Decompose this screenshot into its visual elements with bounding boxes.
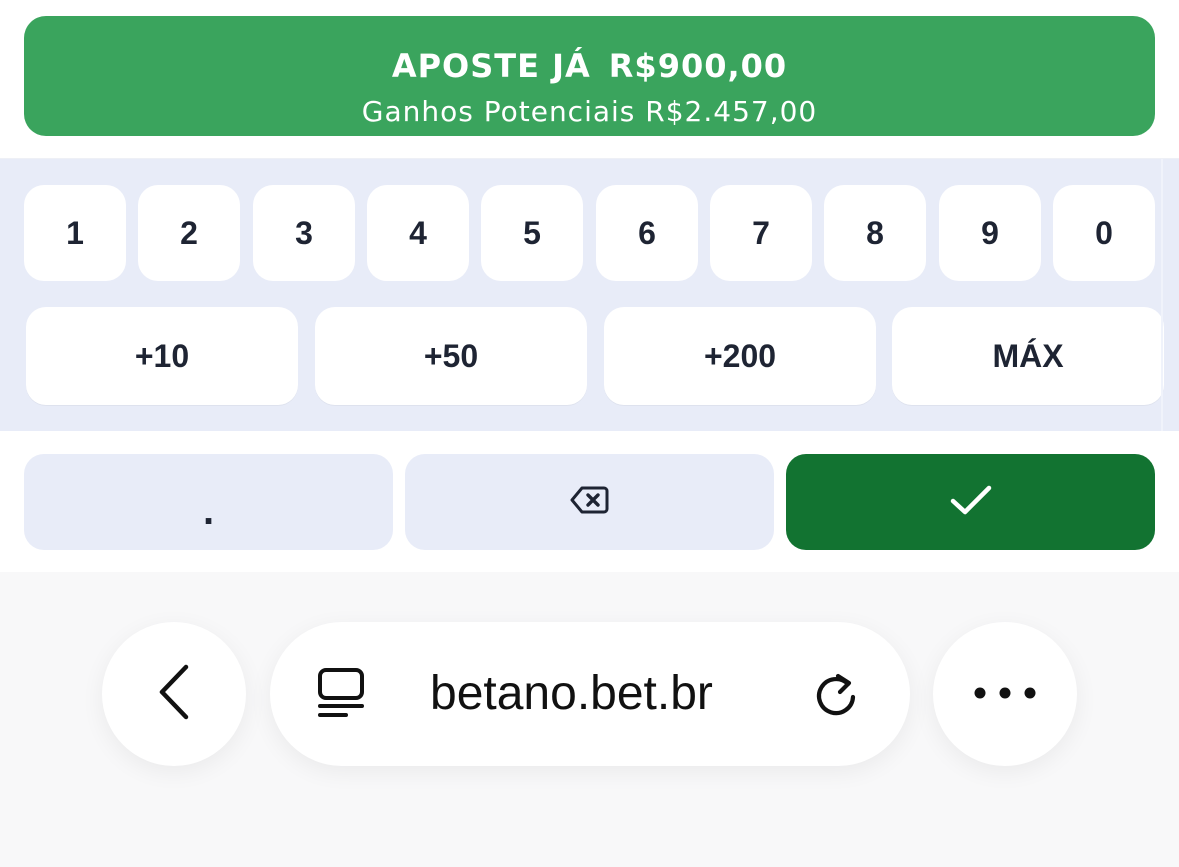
bet-title-prefix: APOSTE JÁ xyxy=(391,47,591,85)
bet-stake: R$900,00 xyxy=(608,47,788,85)
check-icon xyxy=(949,483,993,521)
digit-key-2[interactable]: 2 xyxy=(138,185,240,281)
reload-icon[interactable] xyxy=(810,668,862,724)
reader-mode-icon[interactable] xyxy=(316,666,366,726)
url-text: betano.bet.br xyxy=(430,667,713,720)
backspace-icon xyxy=(570,485,610,519)
quick-add-50-button[interactable]: +50 xyxy=(315,307,587,405)
page: APOSTE JÁ R$900,00 Ganhos Potenciais R$2.… xyxy=(0,0,1179,867)
decimal-key[interactable]: . xyxy=(24,454,393,550)
digit-key-4[interactable]: 4 xyxy=(367,185,469,281)
digit-row: 1 2 3 4 5 6 7 8 9 0 xyxy=(24,185,1155,281)
more-button[interactable] xyxy=(933,622,1077,766)
chevron-left-icon xyxy=(156,663,192,725)
back-button[interactable] xyxy=(102,622,246,766)
decimal-key-label: . xyxy=(202,488,215,533)
max-stake-button[interactable]: MÁX xyxy=(892,307,1164,405)
address-bar[interactable]: betano.bet.br xyxy=(270,622,910,766)
digit-key-9[interactable]: 9 xyxy=(939,185,1041,281)
digit-key-5[interactable]: 5 xyxy=(481,185,583,281)
stake-keypad: 1 2 3 4 5 6 7 8 9 0 +10 +50 +200 MÁX xyxy=(0,158,1179,431)
digit-key-6[interactable]: 6 xyxy=(596,185,698,281)
confirm-button[interactable] xyxy=(786,454,1155,550)
digit-key-8[interactable]: 8 xyxy=(824,185,926,281)
place-bet-button[interactable]: APOSTE JÁ R$900,00 Ganhos Potenciais R$2.… xyxy=(24,16,1155,136)
digit-key-7[interactable]: 7 xyxy=(710,185,812,281)
quick-add-10-button[interactable]: +10 xyxy=(26,307,298,405)
backspace-key[interactable] xyxy=(405,454,774,550)
potential-winnings: Ganhos Potenciais R$2.457,00 xyxy=(361,95,818,128)
bet-title: APOSTE JÁ R$900,00 xyxy=(24,46,1155,86)
quick-amount-row: +10 +50 +200 MÁX xyxy=(26,307,1166,405)
more-icon xyxy=(973,685,1037,704)
browser-toolbar: betano.bet.br xyxy=(0,572,1179,867)
digit-key-1[interactable]: 1 xyxy=(24,185,126,281)
digit-key-0[interactable]: 0 xyxy=(1053,185,1155,281)
quick-add-200-button[interactable]: +200 xyxy=(604,307,876,405)
digit-key-3[interactable]: 3 xyxy=(253,185,355,281)
